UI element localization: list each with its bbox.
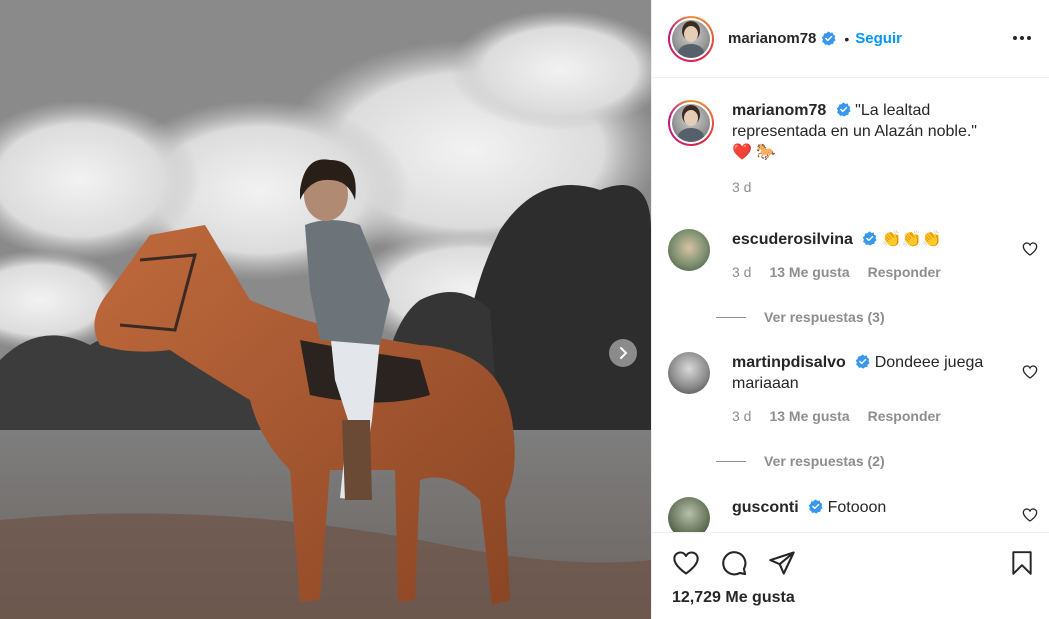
view-replies-button[interactable]: Ver respuestas (3) <box>716 309 885 325</box>
follow-button[interactable]: Seguir <box>855 30 902 47</box>
view-replies-button[interactable]: Ver respuestas (2) <box>716 453 885 469</box>
commenter-avatar[interactable] <box>668 229 710 271</box>
paper-plane-icon <box>769 551 795 575</box>
view-replies-label: Ver respuestas (2) <box>764 453 885 469</box>
view-replies-label: Ver respuestas (3) <box>764 309 885 325</box>
post-header: marianom78 • Seguir <box>652 0 1049 78</box>
commenter-username[interactable]: escuderosilvina <box>732 231 853 248</box>
author-username[interactable]: marianom78 <box>728 30 816 47</box>
likes-count[interactable]: 12,729 Me gusta <box>672 589 795 607</box>
reply-button[interactable]: Responder <box>868 406 941 427</box>
comment-likes[interactable]: 13 Me gusta <box>769 406 849 427</box>
comment-text: Fotooon <box>827 499 887 516</box>
caption-username[interactable]: marianom78 <box>732 102 826 119</box>
comment-button[interactable] <box>718 547 750 579</box>
author-avatar[interactable] <box>668 15 714 62</box>
commenter-avatar[interactable] <box>668 497 710 532</box>
reply-button[interactable]: Responder <box>868 262 941 283</box>
like-button[interactable] <box>670 547 702 579</box>
comment-time[interactable]: 3 d <box>732 262 751 283</box>
comment-text: 👏👏👏 <box>881 231 942 248</box>
comment-time[interactable]: 3 d <box>732 406 751 427</box>
more-horizontal-icon <box>1013 36 1031 40</box>
caption-emojis: ❤️ 🐎 <box>732 144 777 161</box>
horse-rider-image <box>0 0 651 619</box>
post-side-panel: marianom78 • Seguir marianom78 "La lealt… <box>651 0 1049 619</box>
post-actions-bar: 12,729 Me gusta <box>652 532 1049 619</box>
more-options-button[interactable] <box>1010 26 1034 50</box>
chevron-right-icon <box>620 347 628 359</box>
verified-badge-icon <box>836 102 851 117</box>
separator-dot: • <box>844 30 850 47</box>
comment-likes[interactable]: 13 Me gusta <box>769 262 849 283</box>
comment-like-heart-icon[interactable] <box>1022 507 1038 523</box>
comment-like-heart-icon[interactable] <box>1022 241 1038 257</box>
comment-like-heart-icon[interactable] <box>1022 364 1038 380</box>
comment-item: martinpdisalvo Dondeee juega mariaaan 3 … <box>668 352 1038 452</box>
save-button[interactable] <box>1006 547 1038 579</box>
commenter-username[interactable]: martinpdisalvo <box>732 354 846 371</box>
caption-time[interactable]: 3 d <box>732 177 751 198</box>
caption: marianom78 "La lealtad representada en u… <box>668 100 1038 200</box>
comments-list[interactable]: marianom78 "La lealtad representada en u… <box>652 79 1049 532</box>
carousel-next-button[interactable] <box>609 339 637 367</box>
commenter-avatar[interactable] <box>668 352 710 394</box>
verified-badge-icon <box>821 31 836 46</box>
commenter-username[interactable]: gusconti <box>732 499 799 516</box>
post-photo[interactable] <box>0 0 651 619</box>
comment-item: gusconti Fotooon <box>668 497 1038 532</box>
verified-badge-icon <box>862 231 878 246</box>
heart-outline-icon <box>673 551 699 575</box>
verified-badge-icon <box>855 354 870 369</box>
comment-item: escuderosilvina 👏👏👏 3 d 13 Me gusta Resp… <box>668 229 1038 319</box>
share-button[interactable] <box>766 547 798 579</box>
verified-badge-icon <box>808 499 823 514</box>
comment-bubble-icon <box>722 551 747 576</box>
bookmark-icon <box>1012 551 1032 575</box>
caption-avatar[interactable] <box>668 100 714 146</box>
